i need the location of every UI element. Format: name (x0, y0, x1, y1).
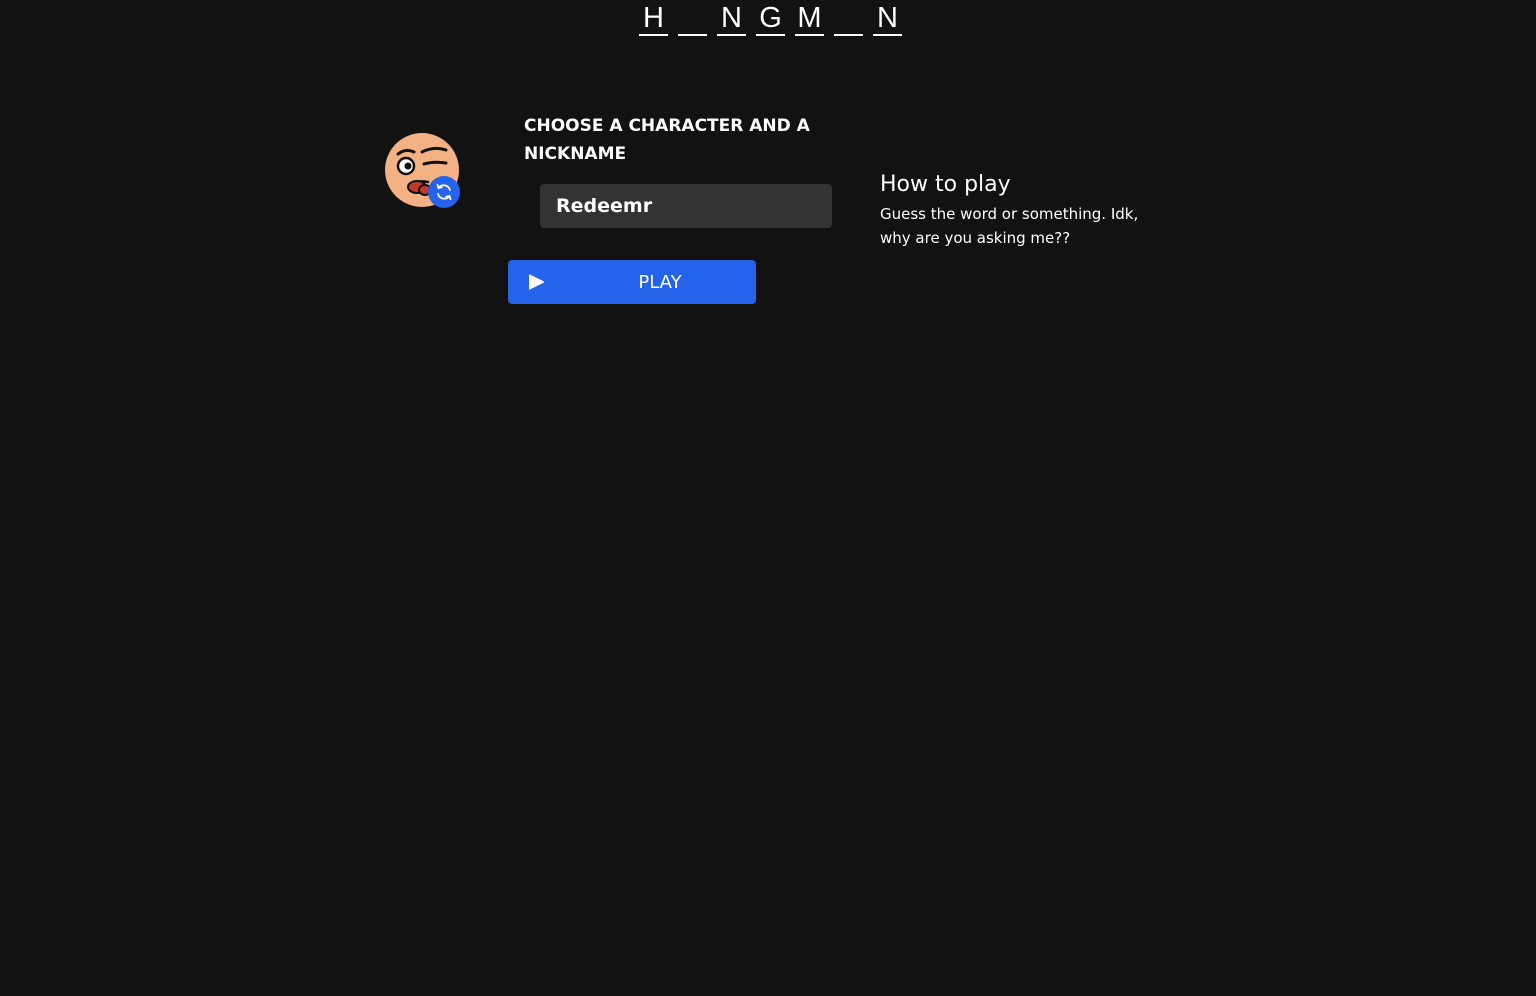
how-to-play-title: How to play (880, 172, 1011, 197)
how-to-play-panel: How to play Guess the word or something.… (880, 168, 1140, 250)
refresh-icon (436, 183, 452, 201)
refresh-character-button[interactable] (428, 176, 460, 208)
title-letter: N (717, 0, 746, 36)
game-title: H N G M N (639, 0, 902, 40)
title-letter-blank (834, 0, 863, 36)
title-letter-blank (678, 0, 707, 36)
nickname-input[interactable] (540, 184, 832, 228)
play-button-label: PLAY (638, 272, 682, 293)
title-letter: G (756, 0, 785, 36)
character-avatar[interactable] (384, 132, 460, 208)
choose-character-heading: CHOOSE A CHARACTER AND A NICKNAME (524, 116, 810, 164)
how-to-play-text: Guess the word or something. Idk, why ar… (880, 205, 1139, 247)
play-button[interactable]: PLAY (508, 260, 756, 304)
game-lobby: H N G M N CHOOSE A CHARACTER AND A NICKN… (0, 0, 1536, 996)
title-letter: M (795, 0, 824, 36)
title-letter: N (873, 0, 902, 36)
title-letter: H (639, 0, 668, 36)
